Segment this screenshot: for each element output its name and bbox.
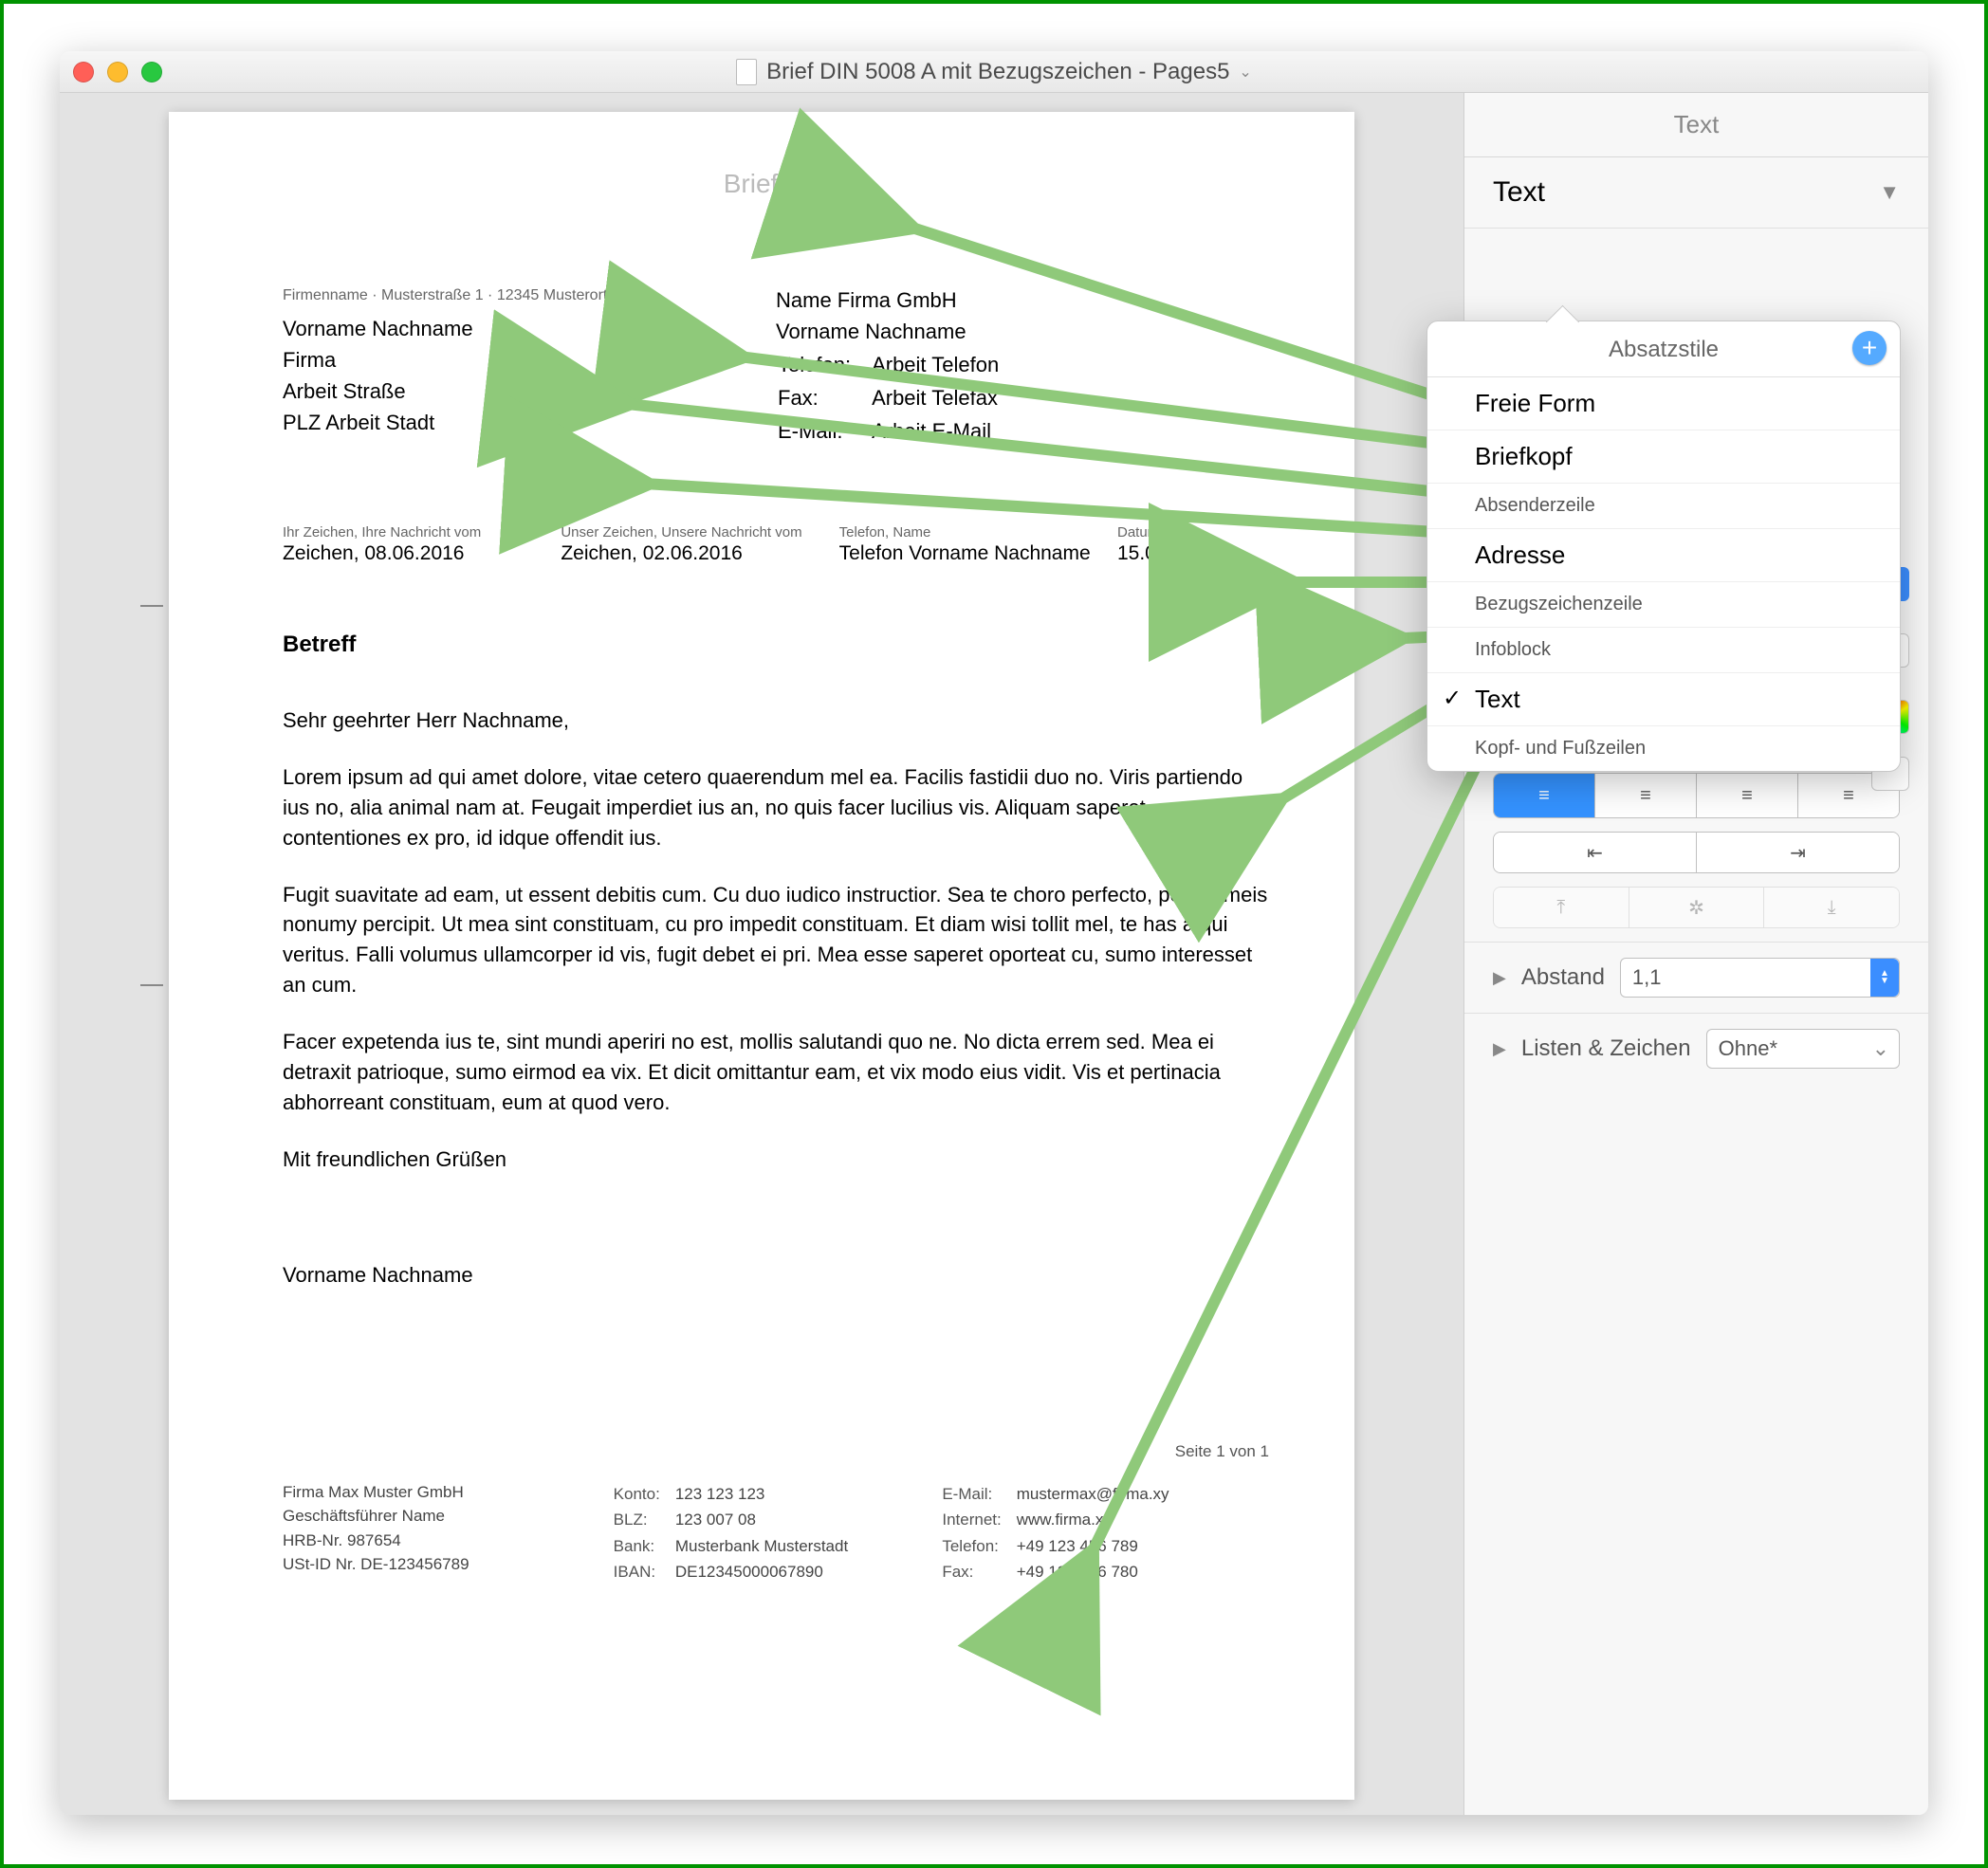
- reference-line[interactable]: Ihr Zeichen, Ihre Nachricht vomZeichen, …: [283, 524, 1269, 565]
- style-item-absenderzeile[interactable]: Absenderzeile: [1427, 484, 1900, 529]
- disclosure-triangle-icon: ▶: [1493, 1039, 1506, 1059]
- window-title-text: Brief DIN 5008 A mit Bezugszeichen - Pag…: [766, 59, 1229, 85]
- align-right-button[interactable]: ≡: [1697, 774, 1798, 817]
- body-p1[interactable]: Lorem ipsum ad qui amet dolore, vitae ce…: [283, 762, 1269, 853]
- chevron-down-icon: ▼: [1879, 180, 1900, 205]
- style-item-bezugszeichenzeile[interactable]: Bezugszeichenzeile: [1427, 582, 1900, 628]
- style-item-text[interactable]: Text: [1427, 673, 1900, 726]
- app-window: Brief DIN 5008 A mit Bezugszeichen - Pag…: [60, 51, 1928, 1815]
- spacing-row[interactable]: ▶ Abstand 1,1 ▲▼: [1464, 942, 1928, 1013]
- inspector-tab-text[interactable]: Text: [1464, 93, 1928, 157]
- align-left-button[interactable]: ≡: [1494, 774, 1595, 817]
- align-center-button[interactable]: ≡: [1595, 774, 1697, 817]
- body-p3[interactable]: Facer expetenda ius te, sint mundi aperi…: [283, 1027, 1269, 1118]
- recipient-street[interactable]: Arbeit Straße: [283, 375, 776, 407]
- increase-indent-button[interactable]: ⇥: [1697, 833, 1899, 872]
- spacing-select[interactable]: 1,1 ▲▼: [1620, 958, 1900, 998]
- salutation[interactable]: Sehr geehrter Herr Nachname,: [283, 705, 1269, 736]
- disclosure-triangle-icon: ▶: [1493, 968, 1506, 988]
- signature[interactable]: Vorname Nachname: [283, 1260, 1269, 1291]
- popover-title: Absatzstile: [1609, 337, 1719, 362]
- info-company[interactable]: Name Firma GmbH: [776, 284, 1269, 316]
- horizontal-alignment-group: ≡ ≡ ≡ ≡: [1493, 773, 1900, 818]
- document-icon: [736, 59, 757, 85]
- body-p2[interactable]: Fugit suavitate ad eam, ut essent debiti…: [283, 880, 1269, 1001]
- align-bottom-button[interactable]: ⤓: [1764, 888, 1899, 927]
- info-email[interactable]: Arbeit E-Mail: [872, 415, 1018, 447]
- style-item-briefkopf[interactable]: Briefkopf: [1427, 430, 1900, 484]
- info-fax-label: Fax:: [778, 382, 870, 413]
- recipient-company[interactable]: Firma: [283, 344, 776, 375]
- style-item-infoblock[interactable]: Infoblock: [1427, 628, 1900, 673]
- subject[interactable]: Betreff: [283, 632, 1269, 658]
- align-middle-button[interactable]: ✲: [1629, 888, 1765, 927]
- recipient-name[interactable]: Vorname Nachname: [283, 313, 776, 344]
- sender-line[interactable]: Firmenname · Musterstraße 1 · 12345 Must…: [283, 284, 776, 307]
- info-tel-label: Telefon:: [778, 349, 870, 380]
- decrease-indent-button[interactable]: ⇤: [1494, 833, 1697, 872]
- info-email-label: E-Mail:: [778, 415, 870, 447]
- recipient-city[interactable]: PLZ Arbeit Stadt: [283, 407, 776, 438]
- align-top-button[interactable]: ⤒: [1494, 888, 1629, 927]
- page-number[interactable]: Seite 1 von 1: [283, 1442, 1269, 1461]
- inspector-sidebar: Text Text ▼ Ausrichtung ≡ ≡ ≡ ≡ ⇤ ⇥ ⤒ ✲ …: [1463, 93, 1928, 1815]
- chevron-down-icon: ⌄: [1239, 63, 1251, 82]
- page[interactable]: Briefkopf Firmenname · Musterstraße 1 · …: [169, 112, 1354, 1800]
- info-person[interactable]: Vorname Nachname: [776, 316, 1269, 347]
- paragraph-styles-popover: Absatzstile + Freie FormBriefkopfAbsende…: [1427, 320, 1901, 772]
- footer[interactable]: Firma Max Muster GmbH Geschäftsführer Na…: [283, 1480, 1269, 1586]
- vertical-alignment-group: ⤒ ✲ ⤓: [1493, 887, 1900, 928]
- window-title[interactable]: Brief DIN 5008 A mit Bezugszeichen - Pag…: [60, 59, 1928, 85]
- style-item-adresse[interactable]: Adresse: [1427, 529, 1900, 582]
- info-tel[interactable]: Arbeit Telefon: [872, 349, 1018, 380]
- style-item-freie-form[interactable]: Freie Form: [1427, 377, 1900, 430]
- indent-group: ⇤ ⇥: [1493, 832, 1900, 873]
- document-canvas[interactable]: Briefkopf Firmenname · Musterstraße 1 · …: [60, 93, 1463, 1815]
- info-fax[interactable]: Arbeit Telefax: [872, 382, 1018, 413]
- briefkopf-placeholder[interactable]: Briefkopf: [283, 169, 1269, 199]
- lists-select[interactable]: Ohne* ⌄: [1706, 1029, 1900, 1069]
- lists-row[interactable]: ▶ Listen & Zeichen Ohne* ⌄: [1464, 1013, 1928, 1084]
- titlebar: Brief DIN 5008 A mit Bezugszeichen - Pag…: [60, 51, 1928, 93]
- paragraph-style-selector[interactable]: Text ▼: [1464, 157, 1928, 229]
- style-item-kopf-und-fu-zeilen[interactable]: Kopf- und Fußzeilen: [1427, 726, 1900, 771]
- add-style-button[interactable]: +: [1852, 331, 1887, 365]
- closing[interactable]: Mit freundlichen Grüßen: [283, 1145, 1269, 1175]
